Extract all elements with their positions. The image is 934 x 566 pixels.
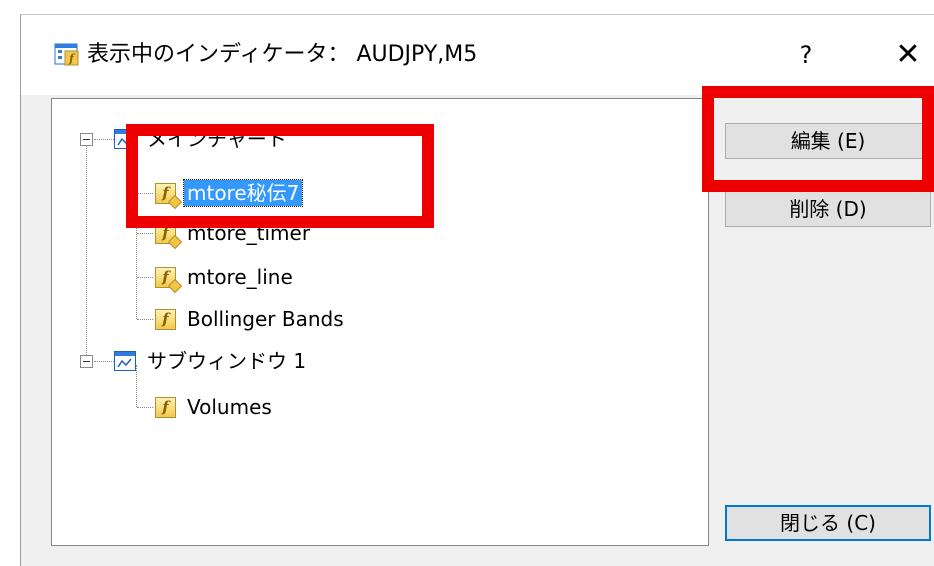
tree-item-label: mtore_timer <box>187 221 311 245</box>
tree-group-main-chart[interactable]: メインチャート <box>114 123 290 155</box>
dialog-title: 表示中のインディケータ： AUDJPY,M5 <box>87 42 478 67</box>
collapse-main-chart-icon[interactable] <box>80 133 93 146</box>
tree-item-label: mtore_line <box>187 265 293 289</box>
indicator-icon: f <box>155 396 176 418</box>
tree-item-label: Volumes <box>187 395 272 419</box>
tree-item-bollinger-bands[interactable]: f Bollinger Bands <box>155 303 347 335</box>
tree-item-mtore-line[interactable]: f mtore_line <box>155 261 296 293</box>
tree-group-label: サブウィンドウ 1 <box>147 349 307 373</box>
collapse-subwindow-icon[interactable] <box>80 355 93 368</box>
tree-item-label: mtore秘伝7 <box>182 179 304 207</box>
tree-item-mtore-hiden7[interactable]: f mtore秘伝7 <box>155 177 304 209</box>
indicators-dialog: f 表示中のインディケータ： AUDJPY,M5 ? ✕ メインチャート f m… <box>20 14 934 566</box>
tree-item-label: Bollinger Bands <box>187 307 344 331</box>
tree-group-subwindow-1[interactable]: サブウィンドウ 1 <box>114 345 309 377</box>
tree-item-volumes[interactable]: f Volumes <box>155 391 275 423</box>
tree-group-label: メインチャート <box>147 127 287 151</box>
screenshot-stage: f 表示中のインディケータ： AUDJPY,M5 ? ✕ メインチャート f m… <box>0 0 934 566</box>
indicator-icon: f <box>155 308 176 330</box>
chart-window-icon <box>114 129 136 149</box>
edit-button[interactable]: 編集 (E) <box>725 123 931 159</box>
chart-window-icon <box>114 351 136 371</box>
custom-indicator-icon: f <box>155 266 183 293</box>
indicator-list-icon: f <box>54 42 80 66</box>
tree-item-mtore-timer[interactable]: f mtore_timer <box>155 217 313 249</box>
custom-indicator-icon: f <box>155 182 183 209</box>
custom-indicator-icon: f <box>155 222 183 249</box>
close-window-button[interactable]: ✕ <box>881 33 934 77</box>
title-bar: f 表示中のインディケータ： AUDJPY,M5 ? ✕ <box>21 15 934 95</box>
indicator-tree[interactable]: メインチャート f mtore秘伝7 f mtore_timer f mtore… <box>51 98 709 546</box>
help-button[interactable]: ? <box>781 33 831 77</box>
close-button[interactable]: 閉じる (C) <box>725 505 931 541</box>
delete-button[interactable]: 削除 (D) <box>725 191 931 227</box>
